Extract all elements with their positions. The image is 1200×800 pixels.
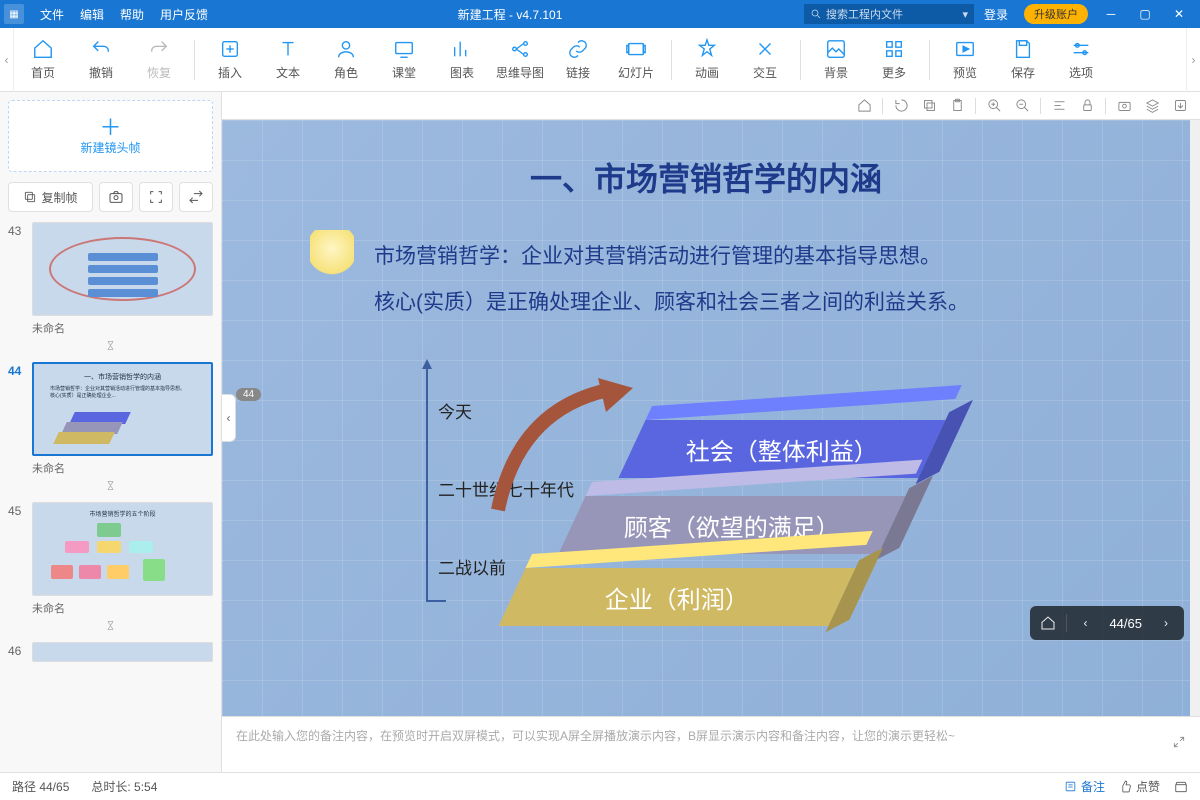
- maximize-button[interactable]: ▢: [1128, 7, 1162, 21]
- export-icon[interactable]: [1170, 96, 1190, 116]
- main-area: ＋ 新建镜头帧 复制帧 43 未命名 44: [0, 92, 1200, 772]
- status-bar: 路径 44/65 总时长: 5:54 备注 点赞: [0, 772, 1200, 800]
- zoom-in-icon[interactable]: [984, 96, 1004, 116]
- rotate-left-icon[interactable]: [891, 96, 911, 116]
- status-duration: 总时长: 5:54: [91, 778, 157, 795]
- home-view-icon[interactable]: [854, 96, 874, 116]
- toolbar-scroll-left[interactable]: ‹: [0, 28, 14, 92]
- menu-feedback[interactable]: 用户反馈: [152, 6, 216, 23]
- thumbnail-43[interactable]: 未命名: [32, 222, 213, 338]
- plus-icon: ＋: [99, 117, 121, 139]
- slide-pager: ‹ 44/65 ›: [1030, 606, 1184, 640]
- align-icon[interactable]: [1049, 96, 1069, 116]
- slide-index-badge: 44: [236, 388, 261, 401]
- swap-button[interactable]: [179, 182, 213, 212]
- close-button[interactable]: ✕: [1162, 7, 1196, 21]
- slide-text-1[interactable]: 市场营销哲学：企业对其营销活动进行管理的基本指导思想。: [374, 240, 941, 270]
- link-button[interactable]: 链接: [549, 28, 607, 92]
- scan-button[interactable]: [139, 182, 173, 212]
- search-input[interactable]: 搜索工程内文件 ▾: [804, 4, 974, 24]
- slide-panel: ＋ 新建镜头帧 复制帧 43 未命名 44: [0, 92, 222, 772]
- new-frame-button[interactable]: ＋ 新建镜头帧: [8, 100, 213, 172]
- expand-notes-icon[interactable]: [1172, 735, 1186, 752]
- timeline-axis[interactable]: [426, 362, 428, 602]
- titlebar: ▦ 文件 编辑 帮助 用户反馈 新建工程 - v4.7.101 搜索工程内文件 …: [0, 0, 1200, 28]
- thumb-timer-icon: [8, 618, 213, 640]
- axis-label-1[interactable]: 今天: [438, 398, 472, 423]
- interaction-button[interactable]: 交互: [736, 28, 794, 92]
- lightbulb-icon[interactable]: [310, 230, 354, 284]
- text-button[interactable]: 文本: [259, 28, 317, 92]
- insert-button[interactable]: 插入: [201, 28, 259, 92]
- camera-button[interactable]: [99, 182, 133, 212]
- more-button[interactable]: 更多: [865, 28, 923, 92]
- menu-help[interactable]: 帮助: [112, 6, 152, 23]
- pager-next-button[interactable]: ›: [1152, 609, 1180, 637]
- save-button[interactable]: 保存: [994, 28, 1052, 92]
- axis-label-3[interactable]: 二战以前: [438, 554, 506, 579]
- pager-count: 44/65: [1103, 616, 1148, 631]
- search-icon: [810, 8, 822, 20]
- thumb-number: 45: [8, 502, 28, 518]
- canvas-area: ‹ 44 一、市场营销哲学的内涵 市场营销哲学：企业对其营销活动进行管理的基本指…: [222, 92, 1200, 772]
- minimize-button[interactable]: ─: [1094, 7, 1128, 21]
- paste-icon[interactable]: [947, 96, 967, 116]
- menu-edit[interactable]: 编辑: [72, 6, 112, 23]
- thumbnail-45[interactable]: 市场营销哲学的五个阶段 未命名: [32, 502, 213, 618]
- slide-button[interactable]: 幻灯片: [607, 28, 665, 92]
- zoom-out-icon[interactable]: [1012, 96, 1032, 116]
- thumbnail-44[interactable]: 一、市场营销哲学的内涵 市场营销哲学：企业对其营销活动进行管理的基本指导思想。核…: [32, 362, 213, 478]
- snapshot-icon[interactable]: [1114, 96, 1134, 116]
- layers-icon[interactable]: [1142, 96, 1162, 116]
- thumb-timer-icon: [8, 338, 213, 360]
- menu-file[interactable]: 文件: [32, 6, 72, 23]
- background-button[interactable]: 背景: [807, 28, 865, 92]
- thumbnail-46[interactable]: [32, 642, 213, 662]
- login-button[interactable]: 登录: [974, 6, 1018, 23]
- layer-enterprise[interactable]: 企业（利润）: [498, 568, 855, 626]
- copy-icon[interactable]: [919, 96, 939, 116]
- collapse-sidebar-button[interactable]: ‹: [222, 394, 236, 442]
- thumb-number: 46: [8, 642, 28, 658]
- options-button[interactable]: 选项: [1052, 28, 1110, 92]
- preview-button[interactable]: 预览: [936, 28, 994, 92]
- slide-title[interactable]: 一、市场营销哲学的内涵: [222, 154, 1190, 200]
- upgrade-button[interactable]: 升级账户: [1024, 4, 1088, 24]
- thumb-timer-icon: [8, 478, 213, 500]
- anim-button[interactable]: 动画: [678, 28, 736, 92]
- pager-home-button[interactable]: [1034, 609, 1062, 637]
- mindmap-button[interactable]: 思维导图: [491, 28, 549, 92]
- status-notes-button[interactable]: 备注: [1064, 778, 1105, 795]
- app-logo-icon: ▦: [4, 4, 24, 24]
- toolbar-scroll-right[interactable]: ›: [1186, 28, 1200, 92]
- role-button[interactable]: 角色: [317, 28, 375, 92]
- status-archive-icon[interactable]: [1174, 780, 1188, 794]
- thumb-number: 43: [8, 222, 28, 238]
- main-toolbar: ‹ 首页 撤销 恢复 插入 文本 角色 课堂 图表 思维导图 链接 幻灯片 动画…: [0, 28, 1200, 92]
- thumbnail-list[interactable]: 43 未命名 44 一、市场营销哲学的内涵 市场营销哲学：企业对其营销活动进行管…: [8, 222, 213, 764]
- status-like-button[interactable]: 点赞: [1119, 778, 1160, 795]
- slide-text-2[interactable]: 核心(实质）是正确处理企业、顾客和社会三者之间的利益关系。: [374, 286, 969, 316]
- undo-button[interactable]: 撤销: [72, 28, 130, 92]
- notes-input[interactable]: 在此处输入您的备注内容，在预览时开启双屏模式，可以实现A屏全屏播放演示内容，B屏…: [222, 716, 1200, 772]
- canvas-toolbar: [222, 92, 1200, 120]
- lock-icon[interactable]: [1077, 96, 1097, 116]
- copy-frame-button[interactable]: 复制帧: [8, 182, 93, 212]
- chart-button[interactable]: 图表: [433, 28, 491, 92]
- thumb-number: 44: [8, 362, 28, 378]
- window-title: 新建工程 - v4.7.101: [216, 6, 804, 23]
- home-button[interactable]: 首页: [14, 28, 72, 92]
- pager-prev-button[interactable]: ‹: [1071, 609, 1099, 637]
- redo-button[interactable]: 恢复: [130, 28, 188, 92]
- status-path: 路径 44/65: [12, 778, 69, 795]
- class-button[interactable]: 课堂: [375, 28, 433, 92]
